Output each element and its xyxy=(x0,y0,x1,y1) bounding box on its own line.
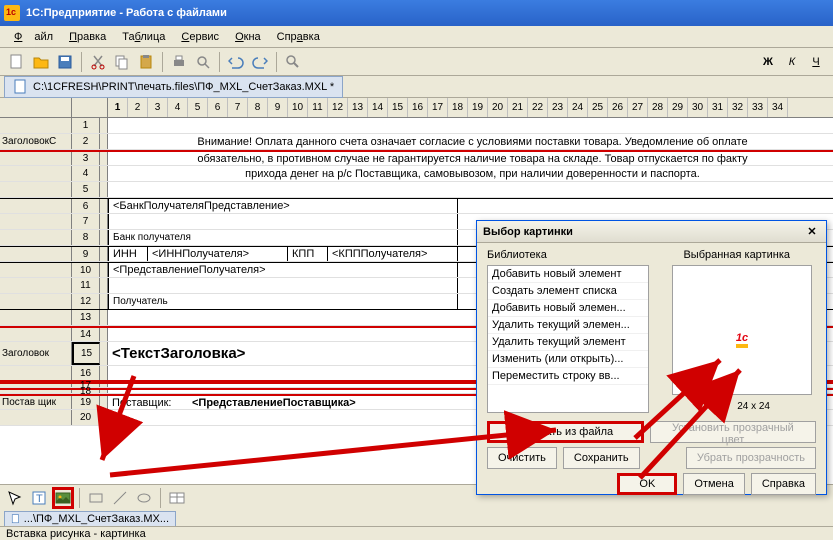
preview-icon[interactable] xyxy=(192,51,214,73)
col-header[interactable]: 1 xyxy=(108,98,128,117)
remove-transparent-button[interactable]: Убрать прозрачность xyxy=(686,447,816,469)
menu-service[interactable]: Сервис xyxy=(175,29,225,45)
list-item[interactable]: Переместить строку вв... xyxy=(488,368,648,385)
preview-box: 1c xyxy=(672,265,812,395)
ruler-horizontal: 1 23456789101112131415161718192021222324… xyxy=(0,98,833,118)
menu-edit[interactable]: Правка xyxy=(63,29,112,45)
menu-file[interactable]: Файл xyxy=(8,29,59,45)
rect-icon[interactable] xyxy=(85,487,107,509)
copy-icon[interactable] xyxy=(111,51,133,73)
grid-row: 1 xyxy=(0,118,833,134)
logo-1c-icon: 1c xyxy=(736,312,748,349)
doc-path: С:\1CFRESH\PRINT\печать.files\ПФ_MXL_Сче… xyxy=(33,81,334,93)
image-icon[interactable] xyxy=(52,487,74,509)
menubar: Файл Правка Таблица Сервис Окна Справка xyxy=(0,26,833,48)
line-icon[interactable] xyxy=(109,487,131,509)
window-titlebar: 1С:Предприятие - Работа с файлами xyxy=(0,0,833,26)
italic-icon[interactable]: К xyxy=(781,51,803,73)
bottom-tab[interactable]: ...\ПФ_MXL_СчетЗаказ.MX... xyxy=(4,511,176,527)
table-icon[interactable] xyxy=(166,487,188,509)
open-icon[interactable] xyxy=(30,51,52,73)
save-icon[interactable] xyxy=(54,51,76,73)
new-icon[interactable] xyxy=(6,51,28,73)
save-image-button[interactable]: Сохранить xyxy=(563,447,640,469)
statusbar: Вставка рисунка - картинка xyxy=(0,526,833,540)
grid-row: 5 xyxy=(0,182,833,198)
help-button[interactable]: Справка xyxy=(751,473,816,495)
image-picker-dialog: Выбор картинки ✕ Библиотека Выбранная ка… xyxy=(476,220,827,495)
clear-button[interactable]: Очистить xyxy=(487,447,557,469)
ellipse-icon[interactable] xyxy=(133,487,155,509)
list-item[interactable]: Удалить текущий элемен... xyxy=(488,317,648,334)
zoom-icon[interactable] xyxy=(282,51,304,73)
list-item[interactable]: Добавить новый элемент xyxy=(488,266,648,283)
underline-icon[interactable]: Ч xyxy=(805,51,827,73)
ok-button[interactable]: OK xyxy=(617,473,677,495)
svg-text:T: T xyxy=(36,493,43,505)
menu-windows[interactable]: Окна xyxy=(229,29,267,45)
doc-icon xyxy=(13,79,29,95)
list-item[interactable]: Удалить текущий элемент xyxy=(488,334,648,351)
library-label: Библиотека xyxy=(487,249,547,261)
doc-tab-bar: С:\1CFRESH\PRINT\печать.files\ПФ_MXL_Сче… xyxy=(0,76,833,98)
grid-row: ЗаголовокС2 Внимание! Оплата данного сче… xyxy=(0,134,833,150)
menu-table[interactable]: Таблица xyxy=(116,29,171,45)
dimensions-label: 24 x 24 xyxy=(737,401,770,412)
app-icon xyxy=(4,5,20,21)
grid-row: 6 <БанкПолучателяПредставление> xyxy=(0,198,833,214)
dialog-titlebar[interactable]: Выбор картинки ✕ xyxy=(477,221,826,243)
menu-help[interactable]: Справка xyxy=(271,29,326,45)
close-icon[interactable]: ✕ xyxy=(804,225,820,239)
main-toolbar: Ж К Ч xyxy=(0,48,833,76)
pointer-icon[interactable] xyxy=(4,487,26,509)
paste-icon[interactable] xyxy=(135,51,157,73)
grid-row: 3 обязательно, в противном случае не гар… xyxy=(0,150,833,166)
doc-tab[interactable]: С:\1CFRESH\PRINT\печать.files\ПФ_MXL_Сче… xyxy=(4,76,343,98)
window-title: 1С:Предприятие - Работа с файлами xyxy=(26,7,227,19)
set-transparent-button[interactable]: Установить прозрачный цвет xyxy=(650,421,816,443)
list-item[interactable]: Создать элемент списка xyxy=(488,283,648,300)
text-icon[interactable]: T xyxy=(28,487,50,509)
library-listbox[interactable]: Добавить новый элемент Создать элемент с… xyxy=(487,265,649,413)
print-icon[interactable] xyxy=(168,51,190,73)
list-item[interactable]: Изменить (или открыть)... xyxy=(488,351,648,368)
list-item[interactable]: Добавить новый элемен... xyxy=(488,300,648,317)
cancel-button[interactable]: Отмена xyxy=(683,473,744,495)
grid-row: 4 прихода денег на р/с Поставщика, самов… xyxy=(0,166,833,182)
choose-file-button[interactable]: Выбрать из файла xyxy=(487,421,644,443)
cut-icon[interactable] xyxy=(87,51,109,73)
undo-icon[interactable] xyxy=(225,51,247,73)
redo-icon[interactable] xyxy=(249,51,271,73)
selected-label: Выбранная картинка xyxy=(683,249,790,261)
bold-icon[interactable]: Ж xyxy=(757,51,779,73)
